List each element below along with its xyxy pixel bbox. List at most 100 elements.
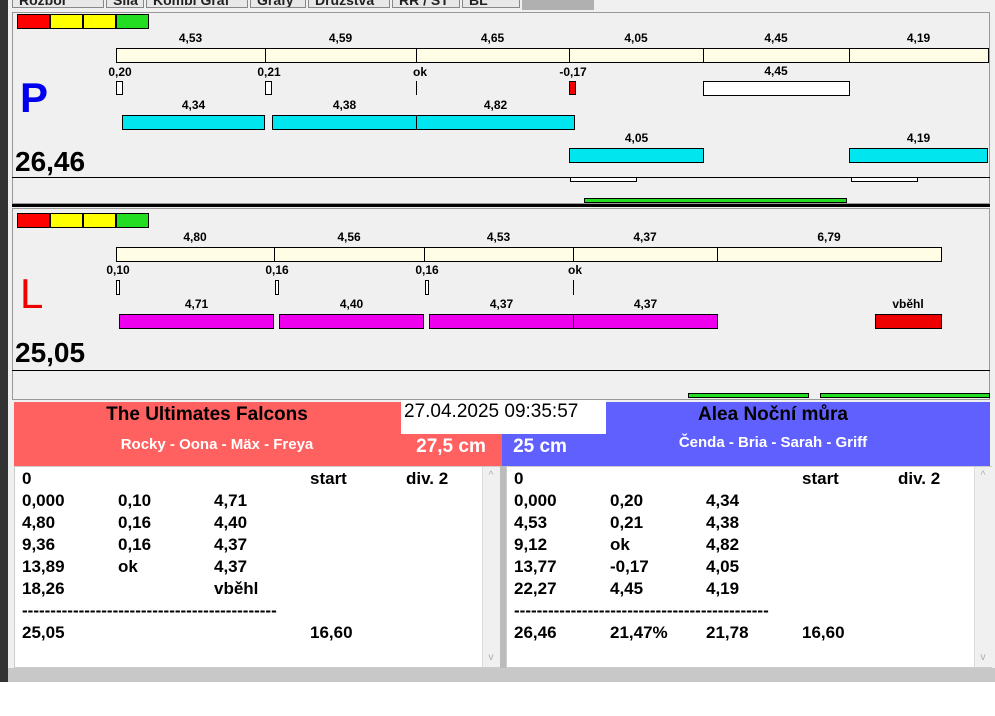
scroll-down-icon[interactable]: v bbox=[482, 652, 500, 663]
list-cell: 0,10 bbox=[118, 491, 152, 510]
run-bar bbox=[122, 115, 265, 130]
mark bbox=[570, 177, 637, 182]
list-cell: 0,20 bbox=[610, 491, 644, 510]
scroll-down-icon[interactable]: v bbox=[974, 652, 992, 663]
split-label: 4,05 bbox=[624, 31, 648, 45]
reaction-mark bbox=[116, 81, 123, 95]
split-label: 4,59 bbox=[328, 31, 353, 45]
right-team-name: Alea Noční můra bbox=[698, 404, 848, 425]
list-cell: 13,77 bbox=[514, 557, 557, 576]
run-label: 4,71 bbox=[184, 297, 209, 311]
reaction-mark bbox=[573, 280, 574, 295]
scroll-up-icon[interactable]: ^ bbox=[974, 470, 992, 481]
timestamp: 27.04.2025 09:35:57 bbox=[401, 400, 606, 434]
lane-p-score: 26,46 bbox=[15, 146, 86, 177]
split-bar bbox=[416, 48, 570, 63]
list-cell: 4,19 bbox=[706, 579, 740, 598]
scroll-up-icon[interactable]: ^ bbox=[482, 470, 500, 481]
list-cell: 4,37 bbox=[214, 557, 248, 576]
split-bar bbox=[274, 247, 425, 262]
right_team-list[interactable] bbox=[506, 466, 992, 668]
reaction-box bbox=[703, 81, 850, 96]
list-cell: 9,36 bbox=[22, 535, 56, 554]
reaction-mark bbox=[275, 280, 279, 295]
run-label: 4,37 bbox=[489, 297, 514, 311]
tab-6[interactable]: BL bbox=[462, 0, 520, 8]
split-bar bbox=[116, 247, 275, 262]
run-bar bbox=[429, 314, 574, 329]
run-bar bbox=[416, 115, 575, 130]
list-cell: div. 2 bbox=[898, 469, 941, 488]
list-cell: 22,27 bbox=[514, 579, 557, 598]
run-label: 4,19 bbox=[906, 131, 931, 145]
tab-0[interactable]: Rozbor bbox=[12, 0, 104, 8]
list-cell: 16,60 bbox=[310, 623, 353, 642]
list-cell: 4,71 bbox=[214, 491, 248, 510]
split-bar bbox=[569, 48, 704, 63]
run-bar bbox=[849, 148, 988, 163]
list-cell: 0,16 bbox=[118, 535, 152, 554]
tab-strip-gap bbox=[522, 0, 594, 10]
lane-l-score: 25,05 bbox=[15, 337, 86, 368]
reaction-mark-fault bbox=[569, 81, 576, 95]
run-bar bbox=[569, 148, 704, 163]
reaction-label: 0,10 bbox=[106, 263, 130, 277]
tab-5[interactable]: RR / ST bbox=[392, 0, 460, 8]
scrollbar[interactable] bbox=[482, 467, 500, 667]
left-team-players: Rocky - Oona - Mäx - Freya bbox=[120, 436, 314, 453]
reaction-label: 4,45 bbox=[764, 64, 788, 78]
indicator-green bbox=[116, 213, 149, 228]
list-cell: 0,16 bbox=[118, 513, 152, 532]
split-label: 4,19 bbox=[906, 31, 931, 45]
run-label: 4,40 bbox=[339, 297, 364, 311]
list-cell: 4,80 bbox=[22, 513, 56, 532]
tab-3[interactable]: Grafy bbox=[250, 0, 306, 8]
list-cell: 4,45 bbox=[610, 579, 644, 598]
tab-1[interactable]: Síla bbox=[106, 0, 144, 8]
split-label: 4,45 bbox=[764, 31, 788, 45]
indicator-yellow bbox=[83, 14, 116, 29]
list-cell: 26,46 bbox=[514, 623, 557, 642]
list-cell: 4,05 bbox=[706, 557, 740, 576]
progress-green bbox=[584, 198, 847, 203]
run-bar bbox=[279, 314, 424, 329]
split-bar bbox=[116, 48, 266, 63]
split-bar bbox=[424, 247, 574, 262]
list-cell: 4,34 bbox=[706, 491, 740, 510]
list-cell: start bbox=[802, 469, 839, 488]
list-cell: 21,78 bbox=[706, 623, 749, 642]
left_team-list[interactable] bbox=[14, 466, 500, 668]
list-cell: 0,21 bbox=[610, 513, 644, 532]
indicator-green bbox=[116, 14, 149, 29]
lane-divider bbox=[12, 204, 990, 207]
list-cell: ----------------------------------------… bbox=[22, 601, 277, 620]
list-cell: ok bbox=[118, 557, 138, 576]
run-label: 4,37 bbox=[633, 297, 658, 311]
scrollbar[interactable] bbox=[974, 467, 992, 667]
run-label: 4,05 bbox=[624, 131, 649, 145]
list-cell: 25,05 bbox=[22, 623, 65, 642]
reaction-label: -0,17 bbox=[559, 65, 587, 79]
tab-2[interactable]: Kombi Graf bbox=[146, 0, 248, 8]
tab-4[interactable]: Družstva bbox=[308, 0, 390, 8]
status-strip bbox=[8, 668, 995, 682]
reaction-mark bbox=[265, 81, 272, 95]
reaction-label: 0,21 bbox=[257, 65, 281, 79]
list-cell: 16,60 bbox=[802, 623, 845, 642]
lane-letter-l: L bbox=[20, 270, 44, 317]
false-start-label: vběhl bbox=[892, 297, 924, 311]
run-bar bbox=[272, 115, 417, 130]
run-label: 4,82 bbox=[483, 98, 508, 112]
list-cell: start bbox=[310, 469, 347, 488]
run-label: 4,34 bbox=[181, 98, 206, 112]
list-cell: 13,89 bbox=[22, 557, 65, 576]
split-label: 4,53 bbox=[486, 230, 511, 244]
split-bar bbox=[849, 48, 989, 63]
progress-green bbox=[820, 393, 990, 398]
list-splitter[interactable] bbox=[500, 466, 506, 668]
split-label: 4,37 bbox=[633, 230, 657, 244]
split-label: 4,80 bbox=[183, 230, 207, 244]
split-bar bbox=[717, 247, 942, 262]
list-cell: 4,82 bbox=[706, 535, 740, 554]
indicator-yellow bbox=[50, 213, 83, 228]
